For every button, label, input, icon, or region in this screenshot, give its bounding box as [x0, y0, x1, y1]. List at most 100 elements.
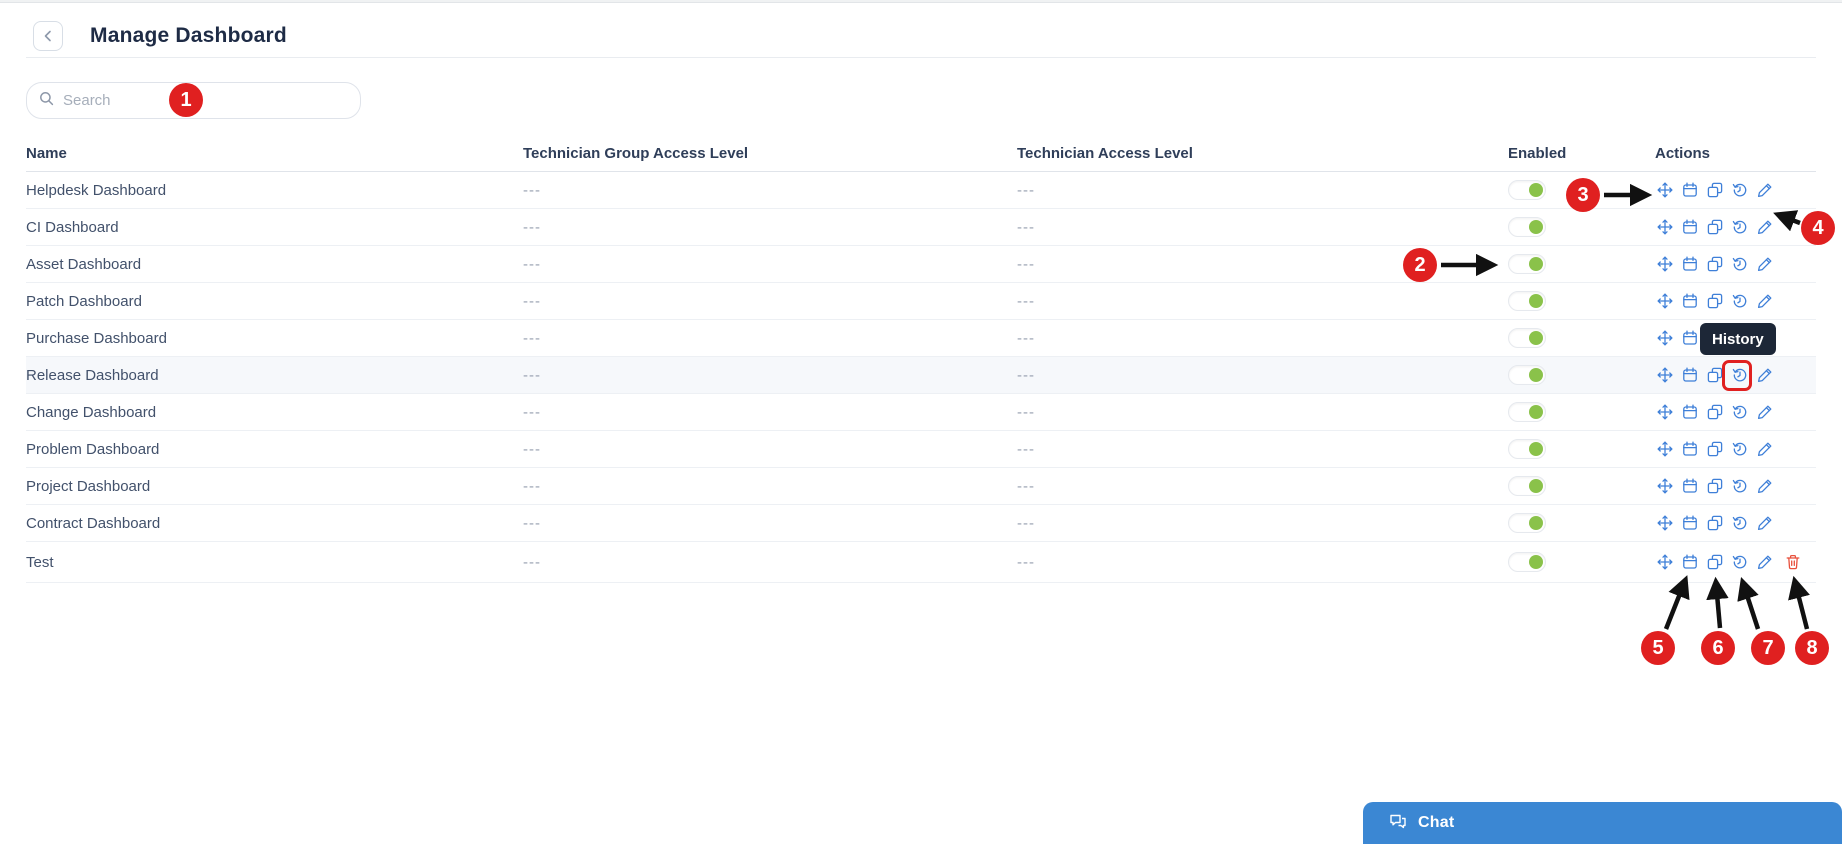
calendar-icon[interactable] — [1682, 256, 1698, 272]
edit-icon[interactable] — [1757, 182, 1773, 198]
move-icon[interactable] — [1657, 478, 1673, 494]
move-icon[interactable] — [1657, 182, 1673, 198]
calendar-icon[interactable] — [1682, 367, 1698, 383]
access-value: --- — [1017, 440, 1035, 458]
history-icon[interactable] — [1732, 182, 1748, 198]
group-access-value: --- — [523, 440, 541, 458]
delete-icon[interactable] — [1782, 554, 1801, 570]
calendar-icon[interactable] — [1682, 330, 1698, 346]
enabled-toggle[interactable] — [1508, 402, 1546, 422]
dashboard-name: Release Dashboard — [26, 366, 159, 384]
copy-icon[interactable] — [1707, 515, 1723, 531]
row-actions — [1655, 554, 1816, 570]
calendar-icon[interactable] — [1682, 515, 1698, 531]
edit-icon[interactable] — [1757, 441, 1773, 457]
calendar-icon[interactable] — [1682, 554, 1698, 570]
enabled-toggle[interactable] — [1508, 476, 1546, 496]
move-icon[interactable] — [1657, 256, 1673, 272]
table-row: Test --- --- — [26, 542, 1816, 583]
copy-icon[interactable] — [1707, 182, 1723, 198]
dashboard-name: Purchase Dashboard — [26, 329, 167, 347]
back-button[interactable] — [33, 21, 63, 51]
edit-icon[interactable] — [1757, 515, 1773, 531]
copy-icon[interactable] — [1707, 441, 1723, 457]
edit-icon[interactable] — [1757, 554, 1773, 570]
calendar-icon[interactable] — [1682, 441, 1698, 457]
access-value: --- — [1017, 366, 1035, 384]
toggle-knob — [1529, 516, 1543, 530]
calendar-icon[interactable] — [1682, 182, 1698, 198]
row-actions — [1655, 441, 1816, 457]
row-actions — [1655, 182, 1816, 198]
toggle-knob — [1529, 442, 1543, 456]
copy-icon[interactable] — [1707, 293, 1723, 309]
annotation-badge-2: 2 — [1403, 248, 1437, 282]
column-header-name: Name — [26, 144, 67, 162]
copy-icon[interactable] — [1707, 554, 1723, 570]
move-icon[interactable] — [1657, 293, 1673, 309]
history-icon[interactable] — [1732, 478, 1748, 494]
move-icon[interactable] — [1657, 330, 1673, 346]
history-icon[interactable] — [1732, 554, 1748, 570]
page-header: Manage Dashboard — [33, 21, 287, 51]
enabled-toggle[interactable] — [1508, 439, 1546, 459]
calendar-icon[interactable] — [1682, 478, 1698, 494]
table-header-row: Name Technician Group Access Level Techn… — [26, 135, 1816, 172]
history-icon[interactable] — [1732, 256, 1748, 272]
edit-icon[interactable] — [1757, 256, 1773, 272]
enabled-toggle[interactable] — [1508, 180, 1546, 200]
toggle-knob — [1529, 368, 1543, 382]
enabled-toggle[interactable] — [1508, 513, 1546, 533]
history-icon[interactable] — [1732, 293, 1748, 309]
access-value: --- — [1017, 514, 1035, 532]
toggle-knob — [1529, 405, 1543, 419]
enabled-toggle[interactable] — [1508, 254, 1546, 274]
copy-icon[interactable] — [1707, 219, 1723, 235]
enabled-toggle[interactable] — [1508, 365, 1546, 385]
table-row: Project Dashboard --- --- — [26, 468, 1816, 505]
toggle-knob — [1529, 555, 1543, 569]
move-icon[interactable] — [1657, 515, 1673, 531]
enabled-toggle[interactable] — [1508, 328, 1546, 348]
header-divider — [26, 57, 1816, 58]
enabled-toggle[interactable] — [1508, 217, 1546, 237]
row-actions — [1655, 478, 1816, 494]
copy-icon[interactable] — [1707, 404, 1723, 420]
move-icon[interactable] — [1657, 554, 1673, 570]
search-icon — [39, 91, 54, 111]
move-icon[interactable] — [1657, 367, 1673, 383]
calendar-icon[interactable] — [1682, 404, 1698, 420]
copy-icon[interactable] — [1707, 367, 1723, 383]
edit-icon[interactable] — [1757, 219, 1773, 235]
history-icon-highlight-box — [1722, 360, 1752, 391]
move-icon[interactable] — [1657, 219, 1673, 235]
history-icon[interactable] — [1732, 219, 1748, 235]
chat-button[interactable]: Chat — [1363, 802, 1842, 844]
history-icon[interactable] — [1732, 441, 1748, 457]
edit-icon[interactable] — [1757, 404, 1773, 420]
history-icon[interactable] — [1732, 404, 1748, 420]
dashboard-name: Contract Dashboard — [26, 514, 161, 532]
table-row: Asset Dashboard --- --- — [26, 246, 1816, 283]
table-row: Patch Dashboard --- --- — [26, 283, 1816, 320]
move-icon[interactable] — [1657, 441, 1673, 457]
history-icon[interactable] — [1732, 515, 1748, 531]
column-header-actions: Actions — [1655, 144, 1711, 162]
calendar-icon[interactable] — [1682, 293, 1698, 309]
copy-icon[interactable] — [1707, 256, 1723, 272]
column-header-enabled: Enabled — [1508, 144, 1567, 162]
search-input[interactable] — [63, 92, 348, 109]
edit-icon[interactable] — [1757, 293, 1773, 309]
copy-icon[interactable] — [1707, 478, 1723, 494]
row-actions — [1655, 256, 1816, 272]
dashboard-name: Problem Dashboard — [26, 440, 160, 458]
table-row: Release Dashboard --- --- — [26, 357, 1816, 394]
move-icon[interactable] — [1657, 404, 1673, 420]
edit-icon[interactable] — [1757, 478, 1773, 494]
enabled-toggle[interactable] — [1508, 291, 1546, 311]
edit-icon[interactable] — [1757, 367, 1773, 383]
calendar-icon[interactable] — [1682, 219, 1698, 235]
enabled-toggle[interactable] — [1508, 552, 1546, 572]
page-title: Manage Dashboard — [90, 24, 287, 47]
group-access-value: --- — [523, 403, 541, 421]
